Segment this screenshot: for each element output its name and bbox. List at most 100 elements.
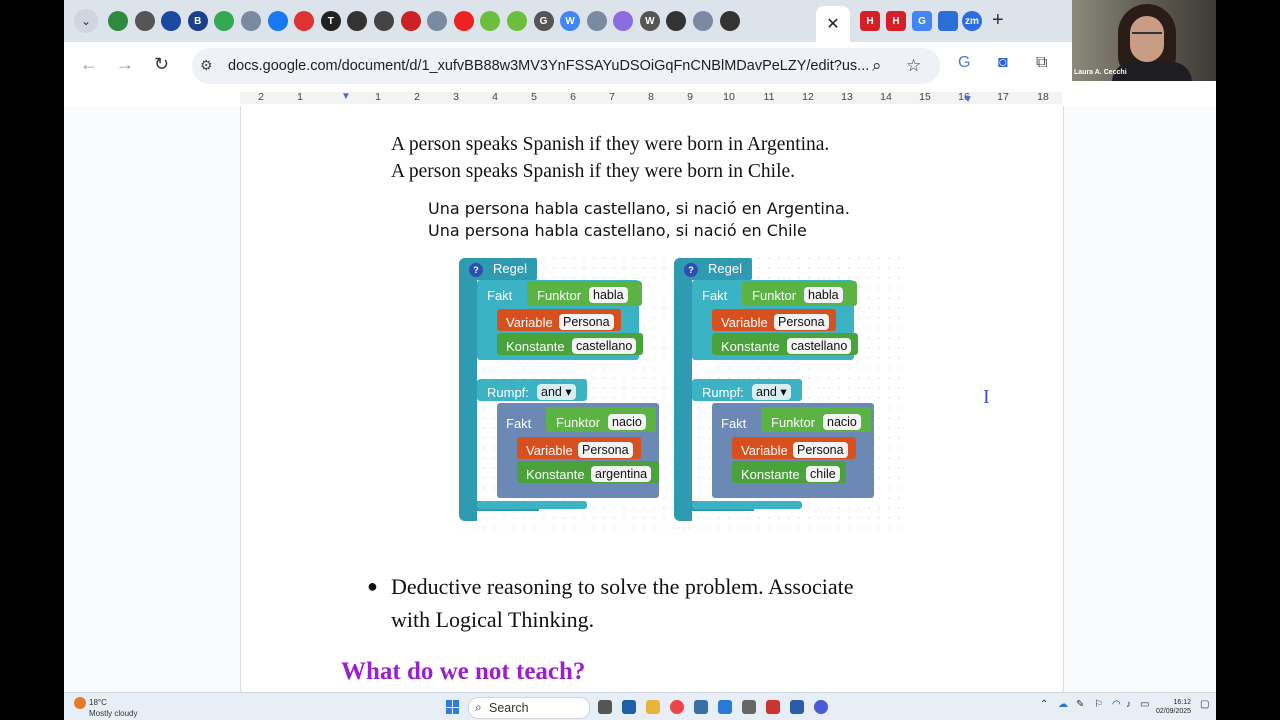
spanish-line: Una persona habla castellano, si nació e… xyxy=(428,221,807,240)
tab-favicon[interactable] xyxy=(666,11,687,31)
notification-icon[interactable]: ▢ xyxy=(1200,699,1209,710)
task-view-icon[interactable] xyxy=(598,700,612,714)
settings-icon[interactable] xyxy=(742,700,756,714)
tab-favicon[interactable] xyxy=(586,11,607,31)
file-explorer-icon[interactable] xyxy=(646,700,660,714)
operator-dropdown[interactable]: and ▾ xyxy=(752,384,791,400)
ruler-number: 4 xyxy=(492,91,498,103)
tab-favicon[interactable]: zm xyxy=(962,11,982,31)
help-icon[interactable]: ? xyxy=(469,263,483,277)
ruler-number: 13 xyxy=(841,91,853,103)
tab-favicon[interactable] xyxy=(427,11,448,31)
fakt-label: Fakt xyxy=(702,288,728,303)
konstante-value-field[interactable]: castellano xyxy=(787,338,852,354)
operator-dropdown[interactable]: and ▾ xyxy=(537,384,576,400)
bookmark-star-icon[interactable]: ☆ xyxy=(906,56,921,76)
tab-favicon[interactable] xyxy=(719,11,740,31)
reload-button[interactable]: ↻ xyxy=(154,54,169,75)
address-bar[interactable]: ⚙ docs.google.com/document/d/1_xufvBB88w… xyxy=(192,48,940,84)
tab-favicon[interactable]: W xyxy=(560,11,581,31)
acrobat-icon[interactable] xyxy=(766,700,780,714)
back-button[interactable]: ← xyxy=(80,54,98,75)
body-konstante-value-field[interactable]: chile xyxy=(806,466,840,482)
tab-favicon[interactable] xyxy=(400,11,421,31)
tab-favicon[interactable] xyxy=(373,11,394,31)
document-area: A person speaks Spanish if they were bor… xyxy=(64,106,1216,692)
app-icon[interactable] xyxy=(622,700,636,714)
body-konstante-label: Konstante xyxy=(526,467,585,482)
funktor-value-field[interactable]: habla xyxy=(589,287,628,303)
weather-widget[interactable]: 18°C Mostly cloudy xyxy=(74,697,137,718)
onedrive-icon[interactable]: ☁ xyxy=(1058,699,1068,710)
tab-favicon[interactable]: T xyxy=(320,11,341,31)
document-page[interactable]: A person speaks Spanish if they were bor… xyxy=(240,106,1064,692)
pinned-tabs: B T G W W xyxy=(108,11,746,31)
volume-icon[interactable]: ♪ xyxy=(1126,699,1131,710)
body-variable-value-field[interactable]: Persona xyxy=(578,442,633,458)
translate-icon[interactable]: G xyxy=(958,54,970,72)
close-icon[interactable]: ✕ xyxy=(826,14,839,34)
tray-chevron-icon[interactable]: ⌃ xyxy=(1040,699,1048,710)
clock[interactable]: 16:12 02/09/2025 xyxy=(1156,698,1191,716)
tab-favicon[interactable] xyxy=(480,11,501,31)
screen-capture-icon[interactable]: ◙ xyxy=(998,54,1008,72)
tab-favicon[interactable] xyxy=(693,11,714,31)
tab-favicon[interactable] xyxy=(267,11,288,31)
tab-favicon[interactable] xyxy=(161,11,182,31)
forward-button[interactable]: → xyxy=(116,54,134,75)
variable-value-field[interactable]: Persona xyxy=(774,314,829,330)
tab-favicon[interactable] xyxy=(613,11,634,31)
body-konstante-value-field[interactable]: argentina xyxy=(591,466,652,482)
tab-favicon[interactable] xyxy=(214,11,235,31)
body-funktor-value-field[interactable]: nacio xyxy=(823,414,861,430)
right-indent-marker-icon[interactable]: ▼ xyxy=(963,94,973,105)
tab-favicon[interactable] xyxy=(240,11,261,31)
ruler-number: 17 xyxy=(997,91,1009,103)
tab-favicon[interactable]: W xyxy=(639,11,660,31)
tab-search-button[interactable]: ⌄ xyxy=(74,9,98,33)
help-icon[interactable]: ? xyxy=(684,263,698,277)
active-tab[interactable]: ✕ xyxy=(816,6,850,42)
tray-app-icon[interactable]: ✎ xyxy=(1076,699,1084,710)
windows-start-icon[interactable] xyxy=(446,700,460,714)
battery-icon[interactable]: ▭ xyxy=(1140,699,1149,710)
variable-value-field[interactable]: Persona xyxy=(559,314,614,330)
tab-favicon[interactable]: G xyxy=(533,11,554,31)
taskbar-search[interactable]: ⌕ Search xyxy=(468,697,590,719)
ruler-number: 14 xyxy=(880,91,892,103)
indent-marker-icon[interactable]: ▼ xyxy=(341,91,351,102)
text-cursor-icon: I xyxy=(983,386,990,408)
tab-favicon[interactable]: H xyxy=(860,11,880,31)
tab-favicon[interactable] xyxy=(294,11,315,31)
body-konstante-label: Konstante xyxy=(741,467,800,482)
tab-favicon[interactable]: H xyxy=(886,11,906,31)
tab-favicon[interactable] xyxy=(134,11,155,31)
site-settings-icon[interactable]: ⚙ xyxy=(200,57,213,74)
ruler-number: 12 xyxy=(802,91,814,103)
wifi-icon[interactable]: ◠ xyxy=(1112,699,1121,710)
body-funktor-value-field[interactable]: nacio xyxy=(608,414,646,430)
extensions-icon[interactable]: ⧉ xyxy=(1036,54,1047,72)
konstante-value-field[interactable]: castellano xyxy=(572,338,637,354)
funktor-value-field[interactable]: habla xyxy=(804,287,843,303)
tab-favicon[interactable]: G xyxy=(912,11,932,31)
zoom-icon[interactable]: ⌕ xyxy=(872,56,882,76)
app-icon[interactable] xyxy=(814,700,828,714)
tab-favicon[interactable] xyxy=(108,11,128,31)
body-variable-label: Variable xyxy=(741,443,788,458)
tray-app-icon[interactable]: ⚐ xyxy=(1094,699,1103,710)
outlook-icon[interactable] xyxy=(718,700,732,714)
word-icon[interactable] xyxy=(790,700,804,714)
fakt-label: Fakt xyxy=(487,288,513,303)
new-tab-button[interactable]: + xyxy=(992,9,1004,32)
tab-favicon[interactable]: B xyxy=(187,11,208,31)
tab-favicon[interactable] xyxy=(938,11,958,31)
body-variable-value-field[interactable]: Persona xyxy=(793,442,848,458)
app-icon[interactable] xyxy=(694,700,708,714)
chrome-icon[interactable] xyxy=(670,700,684,714)
tab-favicon[interactable] xyxy=(453,11,474,31)
english-line: A person speaks Spanish if they were bor… xyxy=(391,161,796,182)
tab-favicon[interactable] xyxy=(506,11,527,31)
tab-favicon[interactable] xyxy=(347,11,368,31)
url-text[interactable]: docs.google.com/document/d/1_xufvBB88w3M… xyxy=(228,58,869,74)
